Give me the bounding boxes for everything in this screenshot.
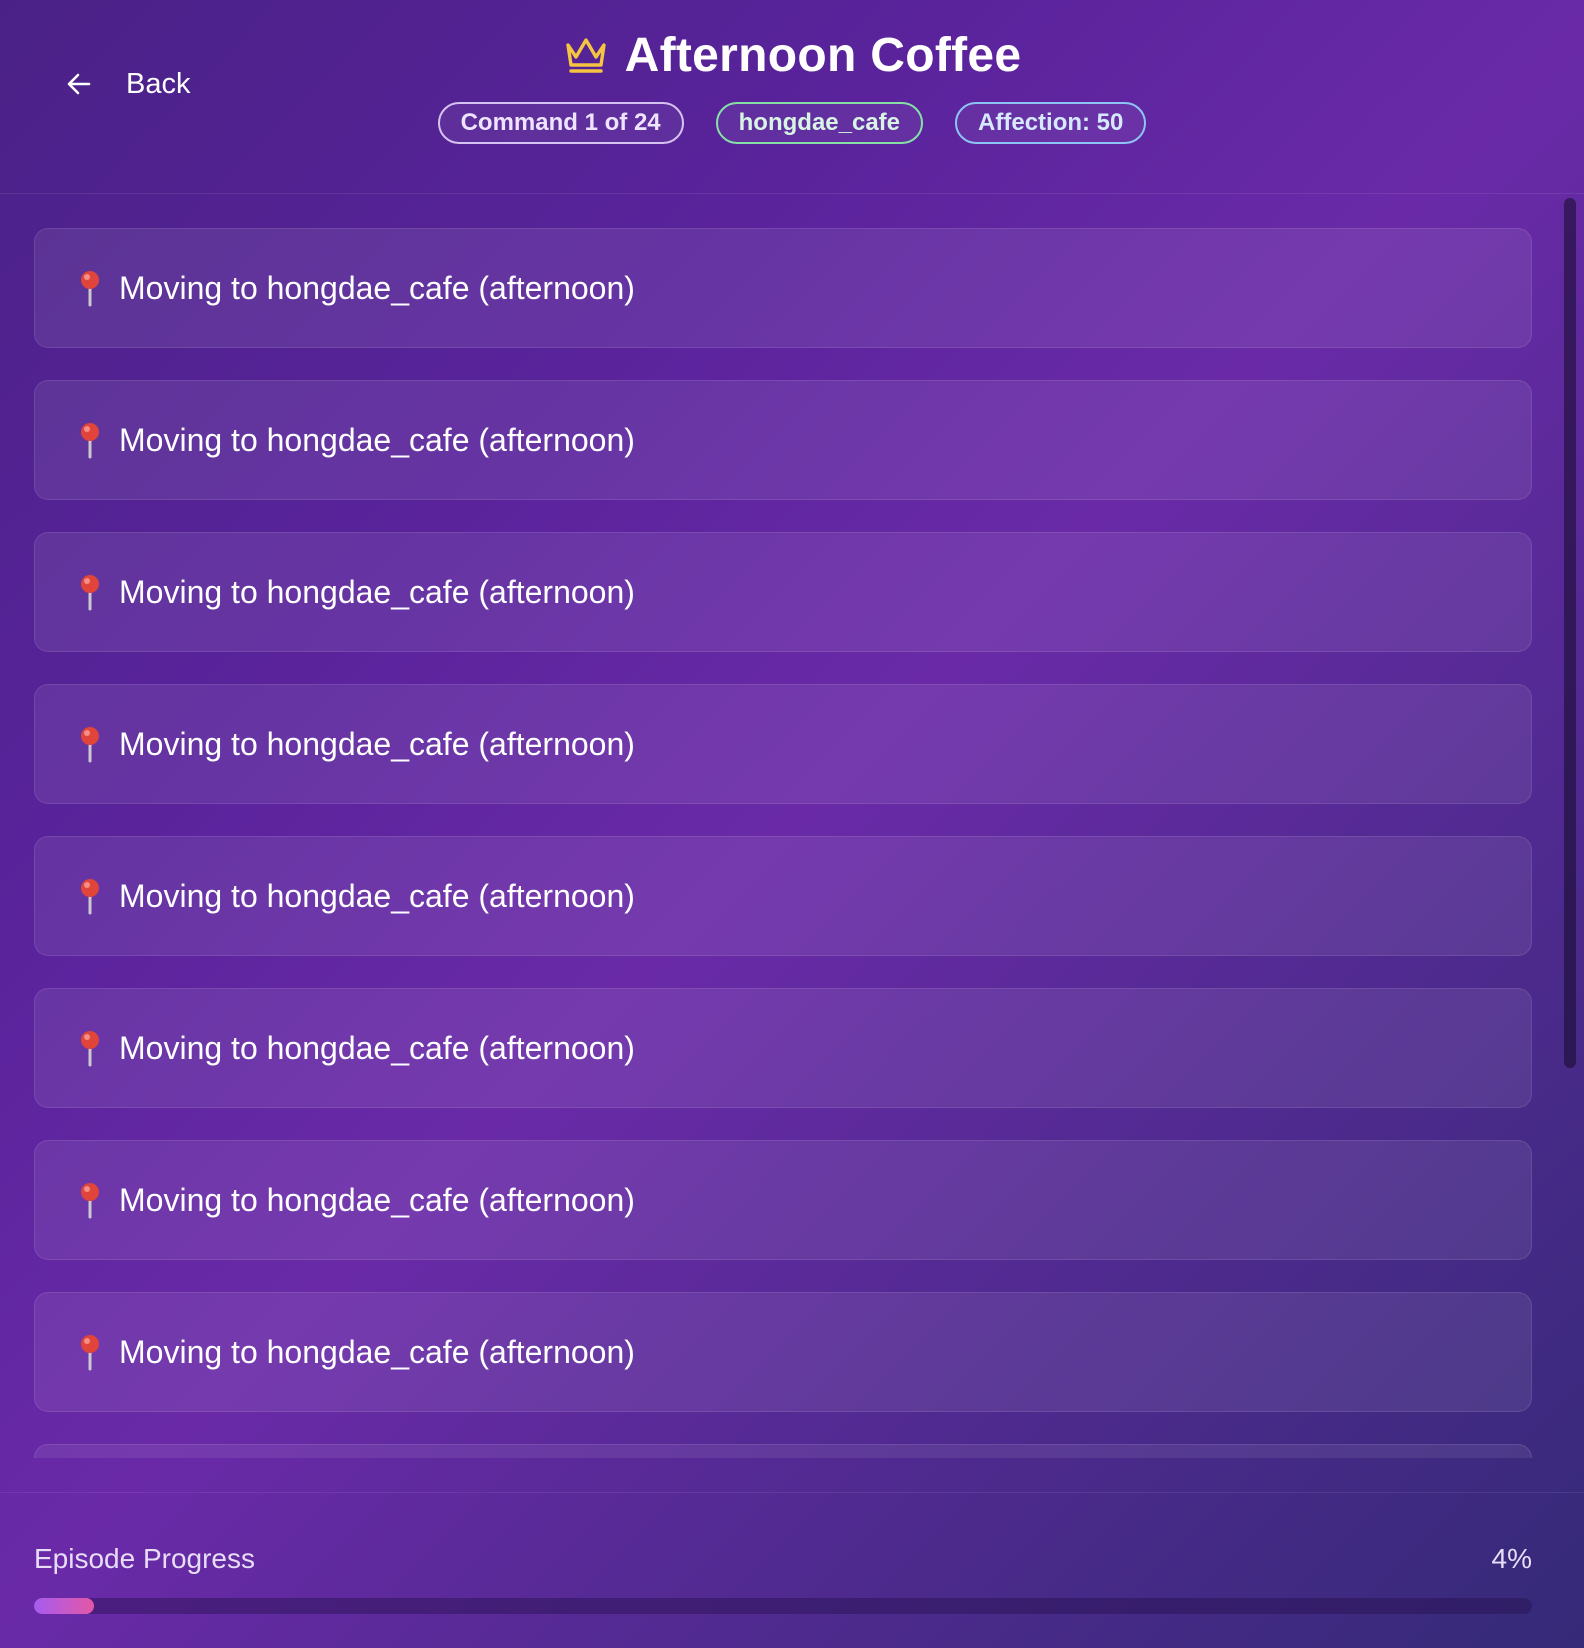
pushpin-icon <box>75 572 105 612</box>
command-item[interactable]: Moving to hongdae_cafe (afternoon) <box>34 1292 1532 1412</box>
command-item[interactable] <box>34 1444 1532 1458</box>
pushpin-icon <box>75 724 105 764</box>
command-text: Moving to hongdae_cafe (afternoon) <box>119 725 635 762</box>
command-text: Moving to hongdae_cafe (afternoon) <box>119 877 635 914</box>
command-text: Moving to hongdae_cafe (afternoon) <box>119 573 635 610</box>
pushpin-icon <box>75 420 105 460</box>
progress-label: Episode Progress <box>34 1543 256 1574</box>
command-text: Moving to hongdae_cafe (afternoon) <box>119 1029 635 1066</box>
command-text: Moving to hongdae_cafe (afternoon) <box>119 269 635 306</box>
crown-icon <box>563 33 609 79</box>
progress-bar-fill <box>34 1598 94 1614</box>
command-item[interactable]: Moving to hongdae_cafe (afternoon) <box>34 228 1532 348</box>
command-item[interactable]: Moving to hongdae_cafe (afternoon) <box>34 380 1532 500</box>
badge-row: Command 1 of 24 hongdae_cafe Affection: … <box>0 102 1584 144</box>
page-title: Afternoon Coffee <box>624 29 1022 82</box>
pushpin-icon <box>75 268 105 308</box>
pushpin-icon <box>75 1180 105 1220</box>
pushpin-icon <box>75 1028 105 1068</box>
command-text: Moving to hongdae_cafe (afternoon) <box>119 1333 635 1370</box>
command-item[interactable]: Moving to hongdae_cafe (afternoon) <box>34 1140 1532 1260</box>
command-text: Moving to hongdae_cafe (afternoon) <box>119 421 635 458</box>
command-text: Moving to hongdae_cafe (afternoon) <box>119 1181 635 1218</box>
command-item[interactable]: Moving to hongdae_cafe (afternoon) <box>34 988 1532 1108</box>
command-list[interactable]: Moving to hongdae_cafe (afternoon) Moving… <box>34 228 1532 1458</box>
footer: Episode Progress 4% <box>0 1492 1584 1648</box>
progress-percent: 4% <box>1491 1543 1532 1574</box>
location-badge: hongdae_cafe <box>715 102 924 144</box>
command-item[interactable]: Moving to hongdae_cafe (afternoon) <box>34 836 1532 956</box>
header: Back Afternoon Coffee Command 1 of 24 ho… <box>0 0 1584 194</box>
pushpin-icon <box>75 876 105 916</box>
command-item[interactable]: Moving to hongdae_cafe (afternoon) <box>34 532 1532 652</box>
command-counter-badge: Command 1 of 24 <box>437 102 684 144</box>
scrollbar-thumb[interactable] <box>1564 198 1576 1068</box>
pushpin-icon <box>75 1332 105 1372</box>
progress-bar <box>34 1598 1532 1614</box>
affection-badge: Affection: 50 <box>955 102 1147 144</box>
command-item[interactable]: Moving to hongdae_cafe (afternoon) <box>34 684 1532 804</box>
title-row: Afternoon Coffee <box>0 28 1584 83</box>
